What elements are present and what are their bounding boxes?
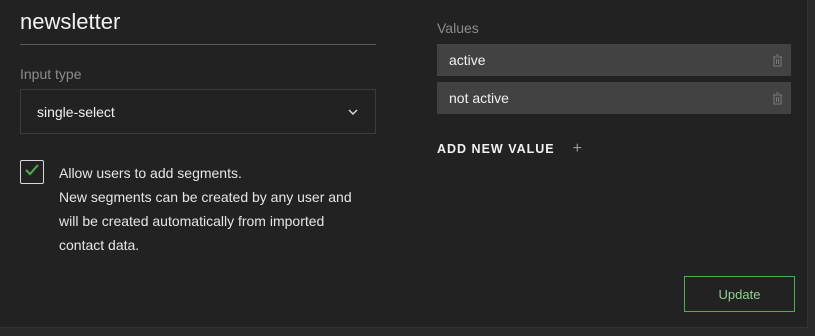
segment-settings-panel: newsletter Input type single-select Allo… (0, 0, 808, 328)
chevron-down-icon (347, 106, 359, 118)
update-button[interactable]: Update (684, 276, 795, 312)
add-new-value-label: ADD NEW VALUE (437, 142, 555, 156)
input-type-value: single-select (37, 103, 115, 120)
allow-users-line-2: New segments can be created by any user … (59, 189, 352, 205)
values-label: Values (437, 20, 479, 36)
trash-icon[interactable] (771, 91, 783, 105)
allow-users-line-1: Allow users to add segments. (59, 165, 242, 181)
check-icon (25, 163, 39, 181)
value-label: active (449, 52, 486, 68)
value-row[interactable]: active (437, 44, 791, 76)
input-type-label: Input type (20, 66, 82, 82)
allow-users-line-3: will be created automatically from impor… (59, 213, 325, 229)
plus-icon: + (572, 140, 583, 157)
value-row[interactable]: not active (437, 82, 791, 114)
input-type-select[interactable]: single-select (20, 89, 376, 134)
add-new-value-button[interactable]: ADD NEW VALUE + (437, 140, 583, 158)
trash-icon[interactable] (771, 53, 783, 67)
segment-name-field[interactable]: newsletter (20, 6, 376, 45)
allow-users-checkbox[interactable] (20, 160, 44, 184)
allow-users-description: Allow users to add segments. New segment… (59, 161, 379, 257)
value-label: not active (449, 90, 509, 106)
allow-users-line-4: contact data. (59, 237, 140, 253)
